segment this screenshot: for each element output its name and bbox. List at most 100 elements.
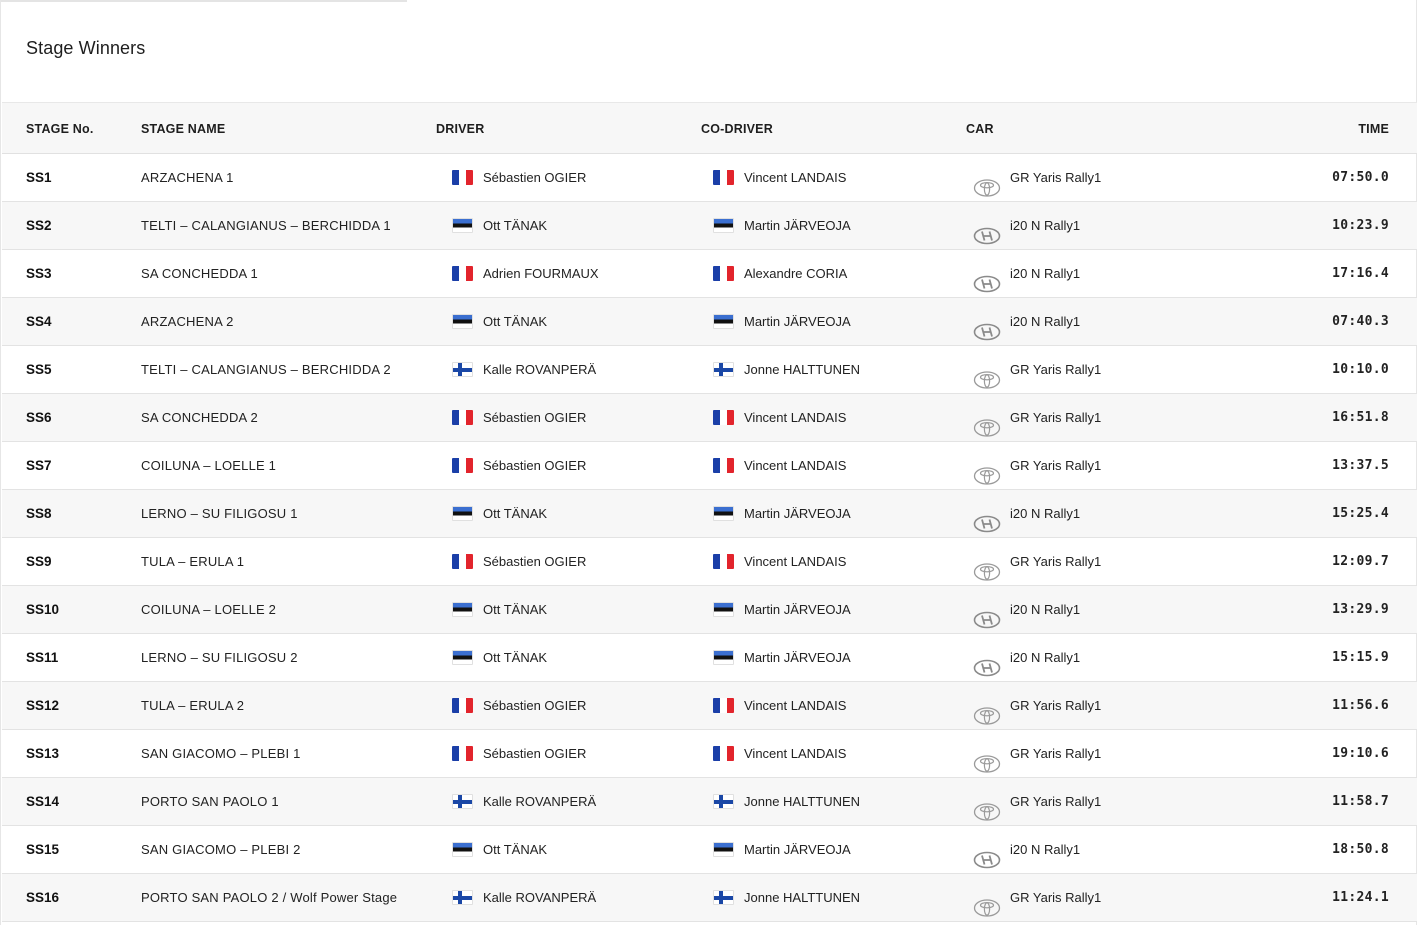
table-row[interactable]: SS2 TELTI – CALANGIANUS – BERCHIDDA 1 Ott … <box>2 202 1417 250</box>
co-driver-name[interactable]: Martin JÄRVEOJA <box>744 842 851 857</box>
table-row[interactable]: SS12 TULA – ERULA 2 Sébastien OGIER Vincent… <box>2 682 1417 730</box>
co-driver-name[interactable]: Alexandre CORIA <box>744 266 847 281</box>
stage-number: SS9 <box>26 554 52 569</box>
driver-name[interactable]: Kalle ROVANPERÄ <box>483 890 596 905</box>
co-driver-name[interactable]: Vincent LANDAIS <box>744 698 846 713</box>
column-header-stage-no[interactable]: STAGE No. <box>26 122 94 136</box>
column-header-stage-name[interactable]: STAGE NAME <box>141 122 225 136</box>
stage-number: SS14 <box>26 794 60 809</box>
stage-name: TELTI – CALANGIANUS – BERCHIDDA 1 <box>141 218 391 233</box>
fr-flag-icon <box>713 458 734 474</box>
driver-cell: Kalle ROVANPERÄ <box>452 874 596 921</box>
table-row[interactable]: SS11 LERNO – SU FILIGOSU 2 Ott TÄNAK Martin… <box>2 634 1417 682</box>
co-driver-name[interactable]: Martin JÄRVEOJA <box>744 602 851 617</box>
co-driver-name[interactable]: Martin JÄRVEOJA <box>744 314 851 329</box>
page-title: Stage Winners <box>26 38 146 58</box>
co-driver-name[interactable]: Martin JÄRVEOJA <box>744 506 851 521</box>
ee-flag-icon <box>452 506 473 522</box>
car-name: i20 N Rally1 <box>1010 314 1081 329</box>
co-driver-name[interactable]: Martin JÄRVEOJA <box>744 218 851 233</box>
driver-cell: Kalle ROVANPERÄ <box>452 778 596 825</box>
table-row[interactable]: SS7 COILUNA – LOELLE 1 Sébastien OGIER Vinc… <box>2 442 1417 490</box>
stage-time: 07:50.0 <box>1332 170 1389 185</box>
co-driver-name[interactable]: Jonne HALTTUNEN <box>744 362 860 377</box>
driver-name[interactable]: Ott TÄNAK <box>483 506 547 521</box>
driver-cell: Sébastien OGIER <box>452 538 586 585</box>
stage-time: 15:15.9 <box>1332 650 1389 665</box>
hyundai-logo-icon <box>973 601 1001 628</box>
co-driver-name[interactable]: Vincent LANDAIS <box>744 746 846 761</box>
car-cell: GR Yaris Rally1 <box>973 538 1101 585</box>
driver-name[interactable]: Kalle ROVANPERÄ <box>483 362 596 377</box>
fi-flag-icon <box>452 890 473 906</box>
stage-name: TULA – ERULA 2 <box>141 698 245 713</box>
fr-flag-icon <box>713 746 734 762</box>
co-driver-name[interactable]: Vincent LANDAIS <box>744 170 846 185</box>
hyundai-logo-icon <box>973 265 1001 292</box>
driver-name[interactable]: Sébastien OGIER <box>483 554 586 569</box>
co-driver-name[interactable]: Vincent LANDAIS <box>744 554 846 569</box>
driver-cell: Sébastien OGIER <box>452 442 586 489</box>
stage-winners-panel: Stage Winners STAGE No. STAGE NAME DRIVE… <box>0 0 1417 925</box>
column-header-car[interactable]: CAR <box>966 122 994 136</box>
table-row[interactable]: SS3 SA CONCHEDDA 1 Adrien FOURMAUX Alexandr… <box>2 250 1417 298</box>
driver-name[interactable]: Sébastien OGIER <box>483 458 586 473</box>
driver-name[interactable]: Sébastien OGIER <box>483 698 586 713</box>
fi-flag-icon <box>452 362 473 378</box>
driver-name[interactable]: Ott TÄNAK <box>483 650 547 665</box>
car-cell: i20 N Rally1 <box>973 826 1080 873</box>
stage-time: 18:50.8 <box>1332 842 1389 857</box>
driver-name[interactable]: Ott TÄNAK <box>483 842 547 857</box>
stage-time: 10:23.9 <box>1332 218 1389 233</box>
driver-name[interactable]: Kalle ROVANPERÄ <box>483 794 596 809</box>
co-driver-name[interactable]: Vincent LANDAIS <box>744 410 846 425</box>
stage-number: SS6 <box>26 410 52 425</box>
column-header-time[interactable]: TIME <box>1358 122 1389 136</box>
column-header-co-driver[interactable]: CO-DRIVER <box>701 122 773 136</box>
table-row[interactable]: SS5 TELTI – CALANGIANUS – BERCHIDDA 2 Kall… <box>2 346 1417 394</box>
column-header-driver[interactable]: DRIVER <box>436 122 484 136</box>
ee-flag-icon <box>452 602 473 618</box>
ee-flag-icon <box>713 842 734 858</box>
co-driver-name[interactable]: Vincent LANDAIS <box>744 458 846 473</box>
driver-cell: Kalle ROVANPERÄ <box>452 346 596 393</box>
table-row[interactable]: SS9 TULA – ERULA 1 Sébastien OGIER Vincent … <box>2 538 1417 586</box>
stage-number: SS5 <box>26 362 52 377</box>
co-driver-name[interactable]: Jonne HALTTUNEN <box>744 890 860 905</box>
stage-name: LERNO – SU FILIGOSU 2 <box>141 650 298 665</box>
driver-cell: Sébastien OGIER <box>452 682 586 729</box>
driver-cell: Ott TÄNAK <box>452 298 547 345</box>
driver-name[interactable]: Ott TÄNAK <box>483 314 547 329</box>
fr-flag-icon <box>713 554 734 570</box>
toyota-logo-icon <box>973 409 1001 437</box>
driver-name[interactable]: Adrien FOURMAUX <box>483 266 599 281</box>
driver-name[interactable]: Sébastien OGIER <box>483 410 586 425</box>
table-row[interactable]: SS10 COILUNA – LOELLE 2 Ott TÄNAK Martin JÄ… <box>2 586 1417 634</box>
toyota-logo-icon <box>973 361 1001 389</box>
stage-time: 10:10.0 <box>1332 362 1389 377</box>
driver-name[interactable]: Sébastien OGIER <box>483 170 586 185</box>
co-driver-cell: Vincent LANDAIS <box>713 442 846 489</box>
table-row[interactable]: SS6 SA CONCHEDDA 2 Sébastien OGIER Vincent … <box>2 394 1417 442</box>
driver-name[interactable]: Sébastien OGIER <box>483 746 586 761</box>
fr-flag-icon <box>713 410 734 426</box>
table-row[interactable]: SS4 ARZACHENA 2 Ott TÄNAK Martin JÄRVEOJA i2… <box>2 298 1417 346</box>
table-row[interactable]: SS15 SAN GIACOMO – PLEBI 2 Ott TÄNAK Martin… <box>2 826 1417 874</box>
toyota-logo-icon <box>973 457 1001 485</box>
table-row[interactable]: SS14 PORTO SAN PAOLO 1 Kalle ROVANPERÄ Jonn… <box>2 778 1417 826</box>
stage-time: 11:24.1 <box>1332 890 1389 905</box>
stage-number: SS10 <box>26 602 60 617</box>
table-row[interactable]: SS8 LERNO – SU FILIGOSU 1 Ott TÄNAK Martin … <box>2 490 1417 538</box>
fi-flag-icon <box>713 890 734 906</box>
driver-name[interactable]: Ott TÄNAK <box>483 602 547 617</box>
table-row[interactable]: SS13 SAN GIACOMO – PLEBI 1 Sébastien OGIER… <box>2 730 1417 778</box>
table-row[interactable]: SS16 PORTO SAN PAOLO 2 / Wolf Power Stage… <box>2 874 1417 922</box>
ee-flag-icon <box>713 602 734 618</box>
fr-flag-icon <box>452 458 473 474</box>
co-driver-name[interactable]: Martin JÄRVEOJA <box>744 650 851 665</box>
co-driver-name[interactable]: Jonne HALTTUNEN <box>744 794 860 809</box>
driver-name[interactable]: Ott TÄNAK <box>483 218 547 233</box>
car-name: GR Yaris Rally1 <box>1010 362 1102 377</box>
table-row[interactable]: SS1 ARZACHENA 1 Sébastien OGIER Vincent LAN… <box>2 154 1417 202</box>
fr-flag-icon <box>452 746 473 762</box>
